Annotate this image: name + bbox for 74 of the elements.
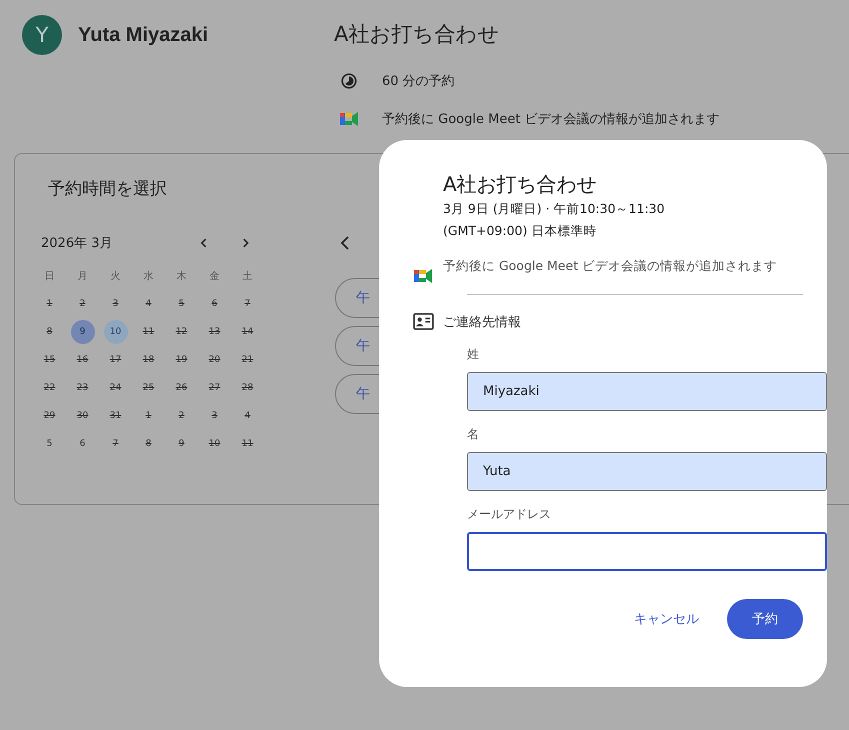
calendar-day[interactable]: 7 [236,292,260,316]
calendar-day[interactable]: 18 [136,348,160,372]
meet-note: 予約後に Google Meet ビデオ会議の情報が追加されます [382,111,720,128]
meet-note: 予約後に Google Meet ビデオ会議の情報が追加されます [443,257,778,275]
calendar-day[interactable]: 1 [38,292,62,316]
field-label: メールアドレス [467,506,552,523]
cancel-button[interactable]: キャンセル [634,610,699,628]
field-label: 名 [467,426,480,443]
calendar-day[interactable]: 1 [136,404,160,428]
weekday-label: 金 [208,270,220,284]
weekday-label: 月 [76,270,88,284]
calendar-day[interactable]: 29 [38,404,62,428]
calendar-day[interactable]: 5 [38,432,62,456]
input-field[interactable]: Miyazaki [467,372,827,411]
timezone-text: (GMT+09:00) 日本標準時 [443,222,598,240]
calendar-day[interactable]: 3 [104,292,128,316]
clock-icon [339,72,359,90]
month-label: 2026年 3月 [41,235,114,252]
calendar-day[interactable]: 5 [170,292,194,316]
event-title: A社お打ち合わせ [334,21,500,48]
calendar-day[interactable]: 12 [170,320,194,344]
calendar-day[interactable]: 26 [170,376,194,400]
chevron-left-icon[interactable] [339,236,351,250]
calendar-day[interactable]: 8 [38,320,62,344]
section-heading: ご連絡先情報 [443,315,521,330]
calendar-day[interactable]: 6 [70,432,94,456]
weekday-label: 水 [142,270,154,284]
weekday-label: 土 [242,270,254,284]
calendar-day[interactable]: 4 [136,292,160,316]
calendar-day[interactable]: 25 [136,376,160,400]
calendar-day[interactable]: 6 [202,292,226,316]
calendar-day[interactable]: 24 [104,376,128,400]
calendar-day[interactable]: 4 [236,404,260,428]
input-field[interactable] [467,532,827,571]
calendar-day[interactable]: 9 [170,432,194,456]
calendar-day[interactable]: 3 [202,404,226,428]
calendar-day[interactable]: 14 [236,320,260,344]
duration-text: 60 分の予約 [382,73,455,90]
weekday-label: 木 [176,270,188,284]
calendar-day[interactable]: 8 [136,432,160,456]
calendar-day[interactable]: 2 [70,292,94,316]
calendar-day[interactable]: 20 [202,348,226,372]
dialog-title: A社お打ち合わせ [443,171,598,198]
calendar-day[interactable]: 15 [38,348,62,372]
calendar-day[interactable]: 11 [236,432,260,456]
weekday-label: 火 [110,270,122,284]
calendar-day[interactable]: 2 [170,404,194,428]
calendar-day[interactable]: 31 [104,404,128,428]
calendar-day[interactable]: 22 [38,376,62,400]
calendar-day[interactable]: 30 [70,404,94,428]
book-button[interactable]: 予約 [727,599,803,639]
input-field[interactable]: Yuta [467,452,827,491]
calendar-day[interactable]: 10 [202,432,226,456]
calendar-day[interactable]: 23 [70,376,94,400]
calendar-day[interactable]: 9 [70,320,94,344]
appointment-time: 3月 9日 (月曜日) · 午前10:30～11:30 [443,200,666,218]
card-heading: 予約時間を選択 [48,178,167,200]
calendar-day[interactable]: 10 [104,320,128,344]
avatar: Y [22,15,62,55]
calendar-day[interactable]: 7 [104,432,128,456]
video-call-icon [413,268,433,284]
video-call-icon [339,111,359,127]
calendar-day[interactable]: 13 [202,320,226,344]
calendar-day[interactable]: 16 [70,348,94,372]
calendar-day[interactable]: 28 [236,376,260,400]
weekday-label: 日 [44,270,56,284]
calendar-day[interactable]: 21 [236,348,260,372]
calendar-day[interactable]: 11 [136,320,160,344]
calendar-day[interactable]: 27 [202,376,226,400]
host-name: Yuta Miyazaki [78,24,208,46]
calendar-day[interactable]: 19 [170,348,194,372]
contact-card-icon [412,313,434,330]
calendar-day[interactable]: 17 [104,348,128,372]
field-label: 姓 [467,346,480,363]
